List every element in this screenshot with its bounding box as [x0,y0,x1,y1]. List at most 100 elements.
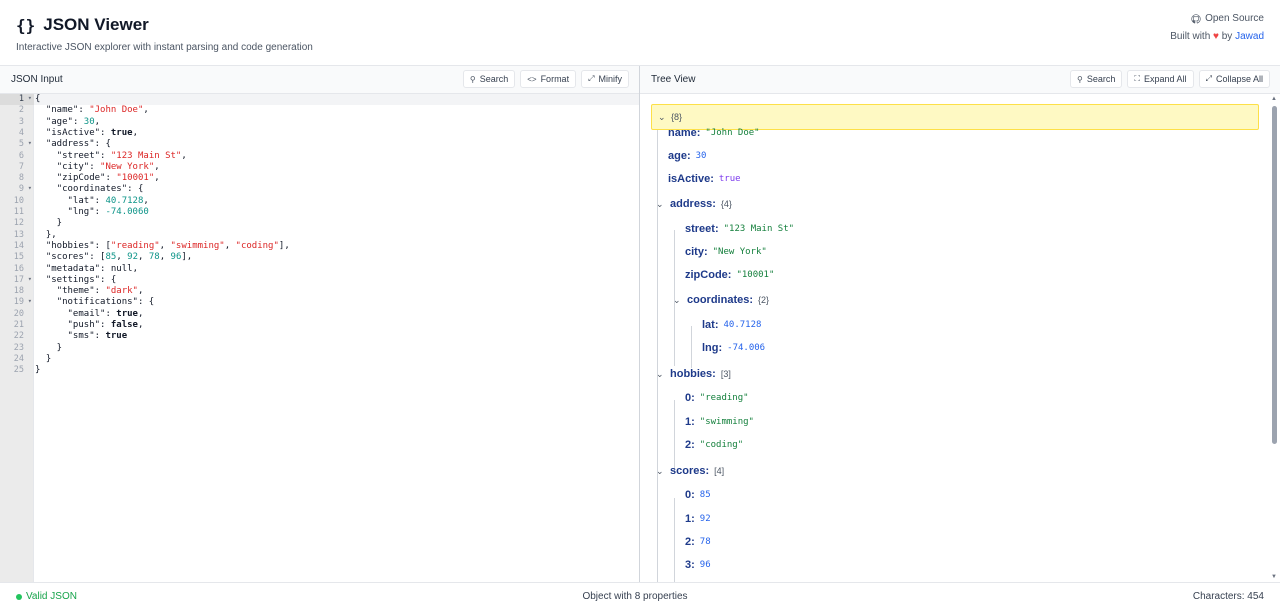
collapse-all-button[interactable]: ⤢ Collapse All [1198,70,1270,88]
input-search-button[interactable]: ⚲ Search [462,70,516,88]
tree-indent-guide [691,326,692,368]
tree-node-row[interactable]: ⌄ scores: [4] [656,462,724,480]
json-input-toolbar: ⚲ Search <> Format ⤢ Minify [462,70,629,88]
fold-chevron-icon[interactable]: ▾ [28,139,32,147]
chevron-down-icon[interactable]: ⌄ [656,466,665,477]
tree-key: 0: [685,392,695,404]
line-number: 25 [13,365,24,376]
tree-leaf-row[interactable]: 1: "swimming" [685,413,754,431]
app-subtitle: Interactive JSON explorer with instant p… [16,42,313,53]
code-line: "name": "John Doe", [45,105,149,116]
fold-chevron-icon[interactable]: ▾ [28,184,32,192]
open-source-link[interactable]: Open Source [1191,11,1264,26]
expand-icon: ⛶ [1134,74,1141,83]
github-icon [1191,13,1201,23]
tree-key: 1: [685,416,695,428]
line-number: 2 [18,105,24,116]
minify-button[interactable]: ⤢ Minify [581,70,629,88]
tree-key: 1: [685,513,695,525]
code-line: "address": { [45,139,111,150]
app-header: {} JSON Viewer Interactive JSON explorer… [0,0,1280,66]
line-number: 12 [13,218,24,229]
tree-leaf-row[interactable]: 0: 85 [685,486,711,504]
line-number: 5 ▾ [18,139,32,150]
scroll-down-icon[interactable]: ▼ [1271,574,1277,580]
line-number: 20 [13,308,24,319]
tree-leaf-row[interactable]: city: "New York" [685,243,767,261]
tree-search-button[interactable]: ⚲ Search [1070,70,1123,88]
code-line: "push": false, [67,320,144,330]
tree-leaf-row[interactable]: street: "123 Main St" [685,220,794,238]
tree-value: "coding" [699,440,744,450]
tree-value: 30 [695,151,707,161]
line-number: 13 [13,229,24,240]
search-icon: ⚲ [469,74,476,84]
collapse-all-label: Collapse All [1215,74,1263,84]
tree-count: [3] [720,369,731,379]
code-line: "age": 30, [45,116,101,127]
tree-key: name: [668,127,701,139]
code-line: }, [35,229,57,240]
author-link[interactable]: Jawad [1235,31,1264,42]
line-number: 10 [13,195,24,206]
code-line: "settings": { [45,274,117,285]
character-count: Characters: 454 [1192,591,1264,602]
fold-chevron-icon[interactable]: ▾ [28,94,32,102]
line-number: 19 ▾ [13,297,32,308]
tree-value: 92 [699,514,711,524]
line-number: 15 [13,252,24,263]
scroll-thumb[interactable] [1272,106,1277,444]
chevron-down-icon[interactable]: ⌄ [656,369,665,380]
line-number: 1 ▾ [0,94,34,106]
tree-leaf-row[interactable]: 3: 96 [685,556,711,574]
tree-search-label: Search [1086,74,1116,84]
scroll-up-icon[interactable]: ▲ [1271,96,1277,102]
app-title: JSON Viewer [43,15,149,34]
line-number: 24 [13,353,24,364]
tree-key: address: [670,198,716,210]
tree-leaf-row[interactable]: zipCode: "10001" [685,266,774,284]
tree-leaf-row[interactable]: name: "John Doe" [668,124,760,142]
chevron-down-icon[interactable]: ⌄ [658,112,667,123]
tree-view-toolbar: ⚲ Search ⛶ Expand All ⤢ Collapse All [1070,70,1270,88]
tree-node-row[interactable]: ⌄ hobbies: [3] [656,365,731,383]
tree-node-row[interactable]: ⌄ address: {4} [656,195,732,213]
tree-key: hobbies: [670,368,716,380]
tree-leaf-row[interactable]: 0: "reading" [685,389,749,407]
json-editor[interactable]: 1 ▾ 2 3 4 5 ▾ 6 7 8 9 ▾ 10 11 12 13 14 15 16 17 ▾ 18 19 ▾ 20 21 22… [0,94,639,582]
fold-chevron-icon[interactable]: ▾ [28,297,32,305]
code-line: } [35,218,63,229]
tree-value: "123 Main St" [723,224,795,234]
code-line: } [35,353,52,364]
json-input-title: JSON Input [11,74,63,85]
fold-chevron-icon[interactable]: ▾ [28,275,32,283]
tree-leaf-row[interactable]: isActive: true [668,170,741,188]
chevron-down-icon[interactable]: ⌄ [656,199,665,210]
minify-label: Minify [598,74,622,84]
expand-all-button[interactable]: ⛶ Expand All [1127,70,1194,88]
tree-scrollbar[interactable]: ▲ ▼ [1271,96,1278,580]
format-button[interactable]: <> Format [520,70,577,88]
code-line: } [35,365,41,376]
tree-value: "reading" [699,393,749,403]
line-number: 18 [13,286,24,297]
tree-key: 3: [685,559,695,571]
code-line: "theme": "dark", [56,286,144,297]
chevron-down-icon[interactable]: ⌄ [673,295,682,306]
line-number-gutter: 1 ▾ 2 3 4 5 ▾ 6 7 8 9 ▾ 10 11 12 13 14 15 16 17 ▾ 18 19 ▾ 20 21 22… [0,94,34,582]
tree-leaf-row[interactable]: lng: -74.006 [702,339,765,357]
tree-node-row[interactable]: ⌄ coordinates: {2} [673,291,769,309]
header-links: Open Source Built with ♥ by Jawad [1170,11,1264,44]
format-label: Format [540,74,570,84]
tree-leaf-row[interactable]: age: 30 [668,147,706,165]
line-number: 16 [13,263,24,274]
tree-leaf-row[interactable]: 2: "coding" [685,436,743,454]
code-line: "city": "New York", [56,161,160,172]
tree-value: 40.7128 [723,320,762,330]
tree-leaf-row[interactable]: lat: 40.7128 [702,316,761,334]
tree-value: "swimming" [699,417,754,427]
tree-count: {2} [758,295,770,305]
tree-view: ⌄ {8} name: "John Doe" age: 30 isActive: true… [640,94,1280,582]
tree-leaf-row[interactable]: 1: 92 [685,510,711,528]
tree-leaf-row[interactable]: 2: 78 [685,533,711,551]
